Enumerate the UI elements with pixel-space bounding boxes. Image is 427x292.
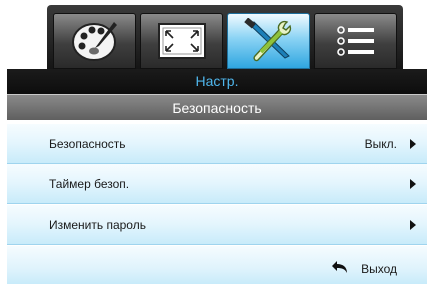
tab-display[interactable] xyxy=(140,13,223,69)
tab-setup[interactable] xyxy=(227,13,310,69)
tools-icon xyxy=(243,18,291,62)
row-value: Выкл. xyxy=(364,137,397,151)
palette-icon xyxy=(71,22,117,61)
menu-row-change-password[interactable]: Изменить пароль xyxy=(7,205,427,245)
arrow-right-icon xyxy=(410,139,416,149)
tab-options[interactable] xyxy=(314,13,397,69)
menu-row-security-timer[interactable]: Таймер безоп. xyxy=(7,164,427,204)
row-label: Изменить пароль xyxy=(49,218,146,232)
exit-button[interactable]: Выход xyxy=(361,246,397,292)
arrow-right-icon xyxy=(410,179,416,189)
return-arrow-icon xyxy=(332,261,347,273)
screen-aspect-icon xyxy=(157,23,206,59)
menu-title: Настр. xyxy=(7,69,427,94)
menu-row-security[interactable]: Безопасность Выкл. xyxy=(7,124,427,164)
menu-footer: Выход xyxy=(7,246,427,284)
list-icon xyxy=(336,26,374,56)
arrow-right-icon xyxy=(410,220,416,230)
submenu-title: Безопасность xyxy=(7,94,427,120)
row-label: Таймер безоп. xyxy=(49,177,130,191)
tab-image[interactable] xyxy=(53,13,136,69)
menu-tab-bar xyxy=(0,0,427,69)
tab-strip xyxy=(47,5,403,69)
projector-osd-menu: Настр. Безопасность Безопасность Выкл. Т… xyxy=(0,0,427,284)
row-label: Безопасность xyxy=(49,137,126,151)
